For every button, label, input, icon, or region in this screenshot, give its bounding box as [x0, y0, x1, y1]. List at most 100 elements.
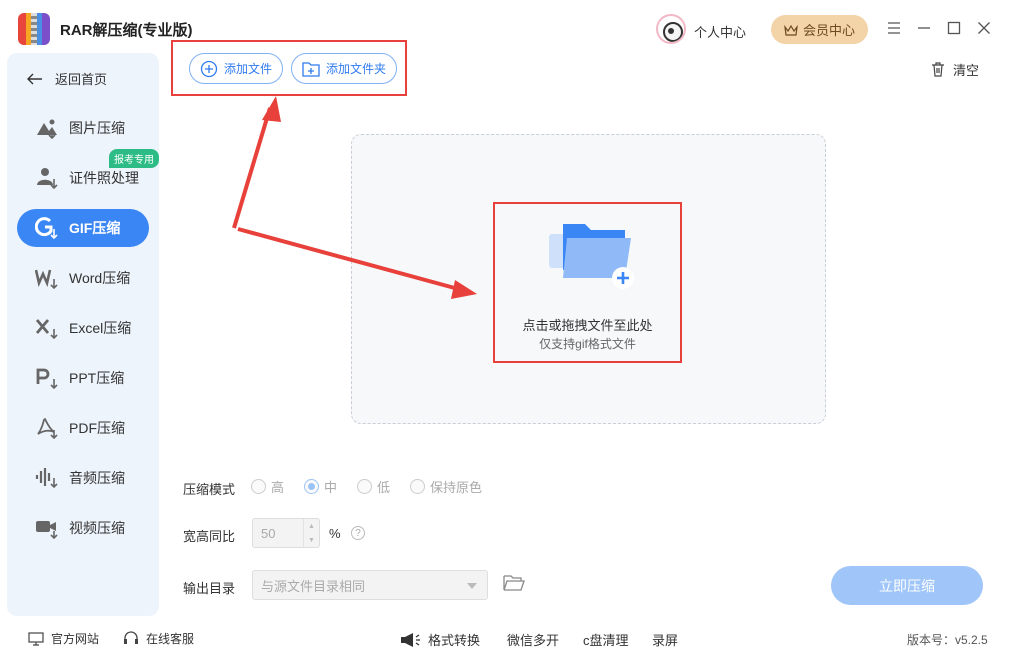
- sidebar-item-gif[interactable]: GIF压缩: [17, 209, 149, 247]
- maximize-icon: [947, 21, 961, 35]
- sidebar-item-video[interactable]: 视频压缩: [17, 509, 149, 547]
- sidebar-item-label: Excel压缩: [69, 320, 132, 336]
- menu-button[interactable]: [884, 18, 904, 38]
- back-home-label: 返回首页: [55, 72, 108, 87]
- sidebar-item-excel[interactable]: Excel压缩: [17, 309, 149, 347]
- vip-center-button[interactable]: 会员中心: [771, 15, 868, 44]
- sidebar-item-image[interactable]: 图片压缩: [17, 109, 149, 147]
- menu-icon: [888, 22, 900, 34]
- radio-dot: [357, 479, 372, 494]
- mode-label: 低: [377, 480, 391, 495]
- maximize-button[interactable]: [944, 18, 964, 38]
- sidebar-item-label: 视频压缩: [69, 520, 125, 536]
- ppt-icon: [35, 366, 59, 390]
- headset-icon: [124, 631, 138, 644]
- add-folder-button[interactable]: 添加文件夹: [291, 53, 398, 84]
- mode-low-radio[interactable]: 低: [357, 477, 390, 496]
- pdf-icon: [35, 416, 59, 440]
- id-photo-icon: [35, 166, 59, 190]
- ratio-value: 50: [261, 525, 276, 541]
- wechat-multi-link[interactable]: 微信多开: [507, 630, 559, 649]
- mode-original-radio[interactable]: 保持原色: [410, 477, 482, 496]
- sidebar-item-label: 证件照处理: [69, 170, 139, 186]
- ratio-stepper[interactable]: 50 ▲ ▼: [252, 518, 320, 548]
- crown-icon: [784, 24, 798, 36]
- vip-center-label: 会员中心: [802, 23, 855, 38]
- close-button[interactable]: [974, 18, 994, 38]
- image-icon: [35, 116, 59, 140]
- monitor-icon: [28, 631, 44, 646]
- aspect-ratio-label: 宽高同比: [183, 529, 236, 544]
- mode-medium-radio[interactable]: 中: [304, 477, 337, 496]
- help-icon[interactable]: ?: [351, 526, 365, 540]
- plus-circle-icon: [200, 60, 218, 77]
- drop-zone-subtitle: 仅支持gif格式文件: [539, 337, 636, 351]
- sidebar-item-label: PDF压缩: [69, 420, 125, 436]
- version-label: 版本号：v5.2.5: [907, 633, 988, 647]
- output-dir-label: 输出目录: [183, 581, 236, 596]
- sidebar-item-word[interactable]: Word压缩: [17, 259, 149, 297]
- sidebar: 返回首页 图片压缩 报考专用 证件照处理 GIF压缩 Word压缩 Excel压…: [7, 53, 159, 616]
- close-icon: [978, 22, 990, 34]
- mode-high-radio[interactable]: 高: [251, 477, 284, 496]
- radio-dot: [251, 479, 266, 494]
- compress-now-button[interactable]: 立即压缩: [831, 566, 983, 605]
- sidebar-item-audio[interactable]: 音频压缩: [17, 459, 149, 497]
- app-window: RAR解压缩(专业版) 个人中心 会员中心 返回首页 图片压缩 报考专用 证件照…: [0, 0, 1014, 664]
- arrow-left-icon: [27, 73, 42, 84]
- screen-record-link[interactable]: 录屏: [652, 630, 678, 649]
- folder-open-icon: [503, 575, 525, 591]
- sidebar-item-label: 音频压缩: [69, 470, 125, 486]
- sidebar-item-label: PPT压缩: [69, 370, 125, 386]
- mode-label: 保持原色: [430, 480, 483, 495]
- add-file-button[interactable]: 添加文件: [189, 53, 284, 84]
- online-support-link[interactable]: 在线客服: [123, 630, 194, 647]
- official-website-link[interactable]: 官方网站: [28, 630, 99, 647]
- add-folder-label: 添加文件夹: [326, 62, 387, 76]
- minimize-button[interactable]: [914, 18, 934, 38]
- mode-label: 中: [324, 480, 338, 495]
- app-logo-icon: [18, 13, 50, 45]
- video-icon: [35, 516, 59, 540]
- chevron-down-icon: [467, 583, 477, 589]
- megaphone-icon: [401, 632, 420, 647]
- back-home-link[interactable]: 返回首页: [27, 69, 107, 88]
- sidebar-item-id-photo[interactable]: 证件照处理: [17, 159, 149, 197]
- trash-icon: [932, 62, 944, 77]
- online-support-label: 在线客服: [146, 632, 195, 646]
- audio-icon: [35, 466, 59, 490]
- app-title: RAR解压缩(专业版): [60, 22, 193, 39]
- folder-plus-icon: [302, 61, 320, 77]
- output-dir-value: 与源文件目录相同: [261, 578, 366, 594]
- minimize-icon: [918, 27, 930, 29]
- clear-label: 清空: [953, 63, 980, 78]
- gif-icon: [35, 216, 59, 240]
- output-dir-select[interactable]: 与源文件目录相同: [252, 570, 488, 600]
- add-file-label: 添加文件: [224, 62, 273, 76]
- word-icon: [35, 266, 59, 290]
- user-center-link[interactable]: 个人中心: [694, 22, 746, 41]
- chevron-down-icon[interactable]: ▼: [304, 533, 319, 547]
- format-convert-label: 格式转换: [428, 633, 481, 648]
- radio-dot: [410, 479, 425, 494]
- avatar[interactable]: [656, 14, 686, 44]
- compression-mode-label: 压缩模式: [183, 482, 236, 497]
- mode-label: 高: [271, 480, 285, 495]
- sidebar-item-label: 图片压缩: [69, 120, 125, 136]
- sidebar-item-pdf[interactable]: PDF压缩: [17, 409, 149, 447]
- chevron-up-icon[interactable]: ▲: [304, 519, 319, 533]
- sidebar-item-label: GIF压缩: [69, 220, 121, 236]
- folder-add-icon: [549, 224, 634, 289]
- format-convert-link[interactable]: 格式转换: [399, 630, 480, 649]
- stepper-controls: ▲ ▼: [303, 519, 319, 547]
- official-website-label: 官方网站: [51, 632, 100, 646]
- radio-dot: [304, 479, 319, 494]
- c-drive-clean-link[interactable]: c盘清理: [583, 630, 629, 649]
- excel-icon: [35, 316, 59, 340]
- sidebar-item-ppt[interactable]: PPT压缩: [17, 359, 149, 397]
- ratio-unit: %: [329, 526, 341, 541]
- browse-folder-button[interactable]: [503, 574, 525, 597]
- drop-zone-title: 点击或拖拽文件至此处: [522, 318, 653, 333]
- sidebar-item-label: Word压缩: [69, 270, 131, 286]
- clear-button[interactable]: 清空: [931, 60, 979, 79]
